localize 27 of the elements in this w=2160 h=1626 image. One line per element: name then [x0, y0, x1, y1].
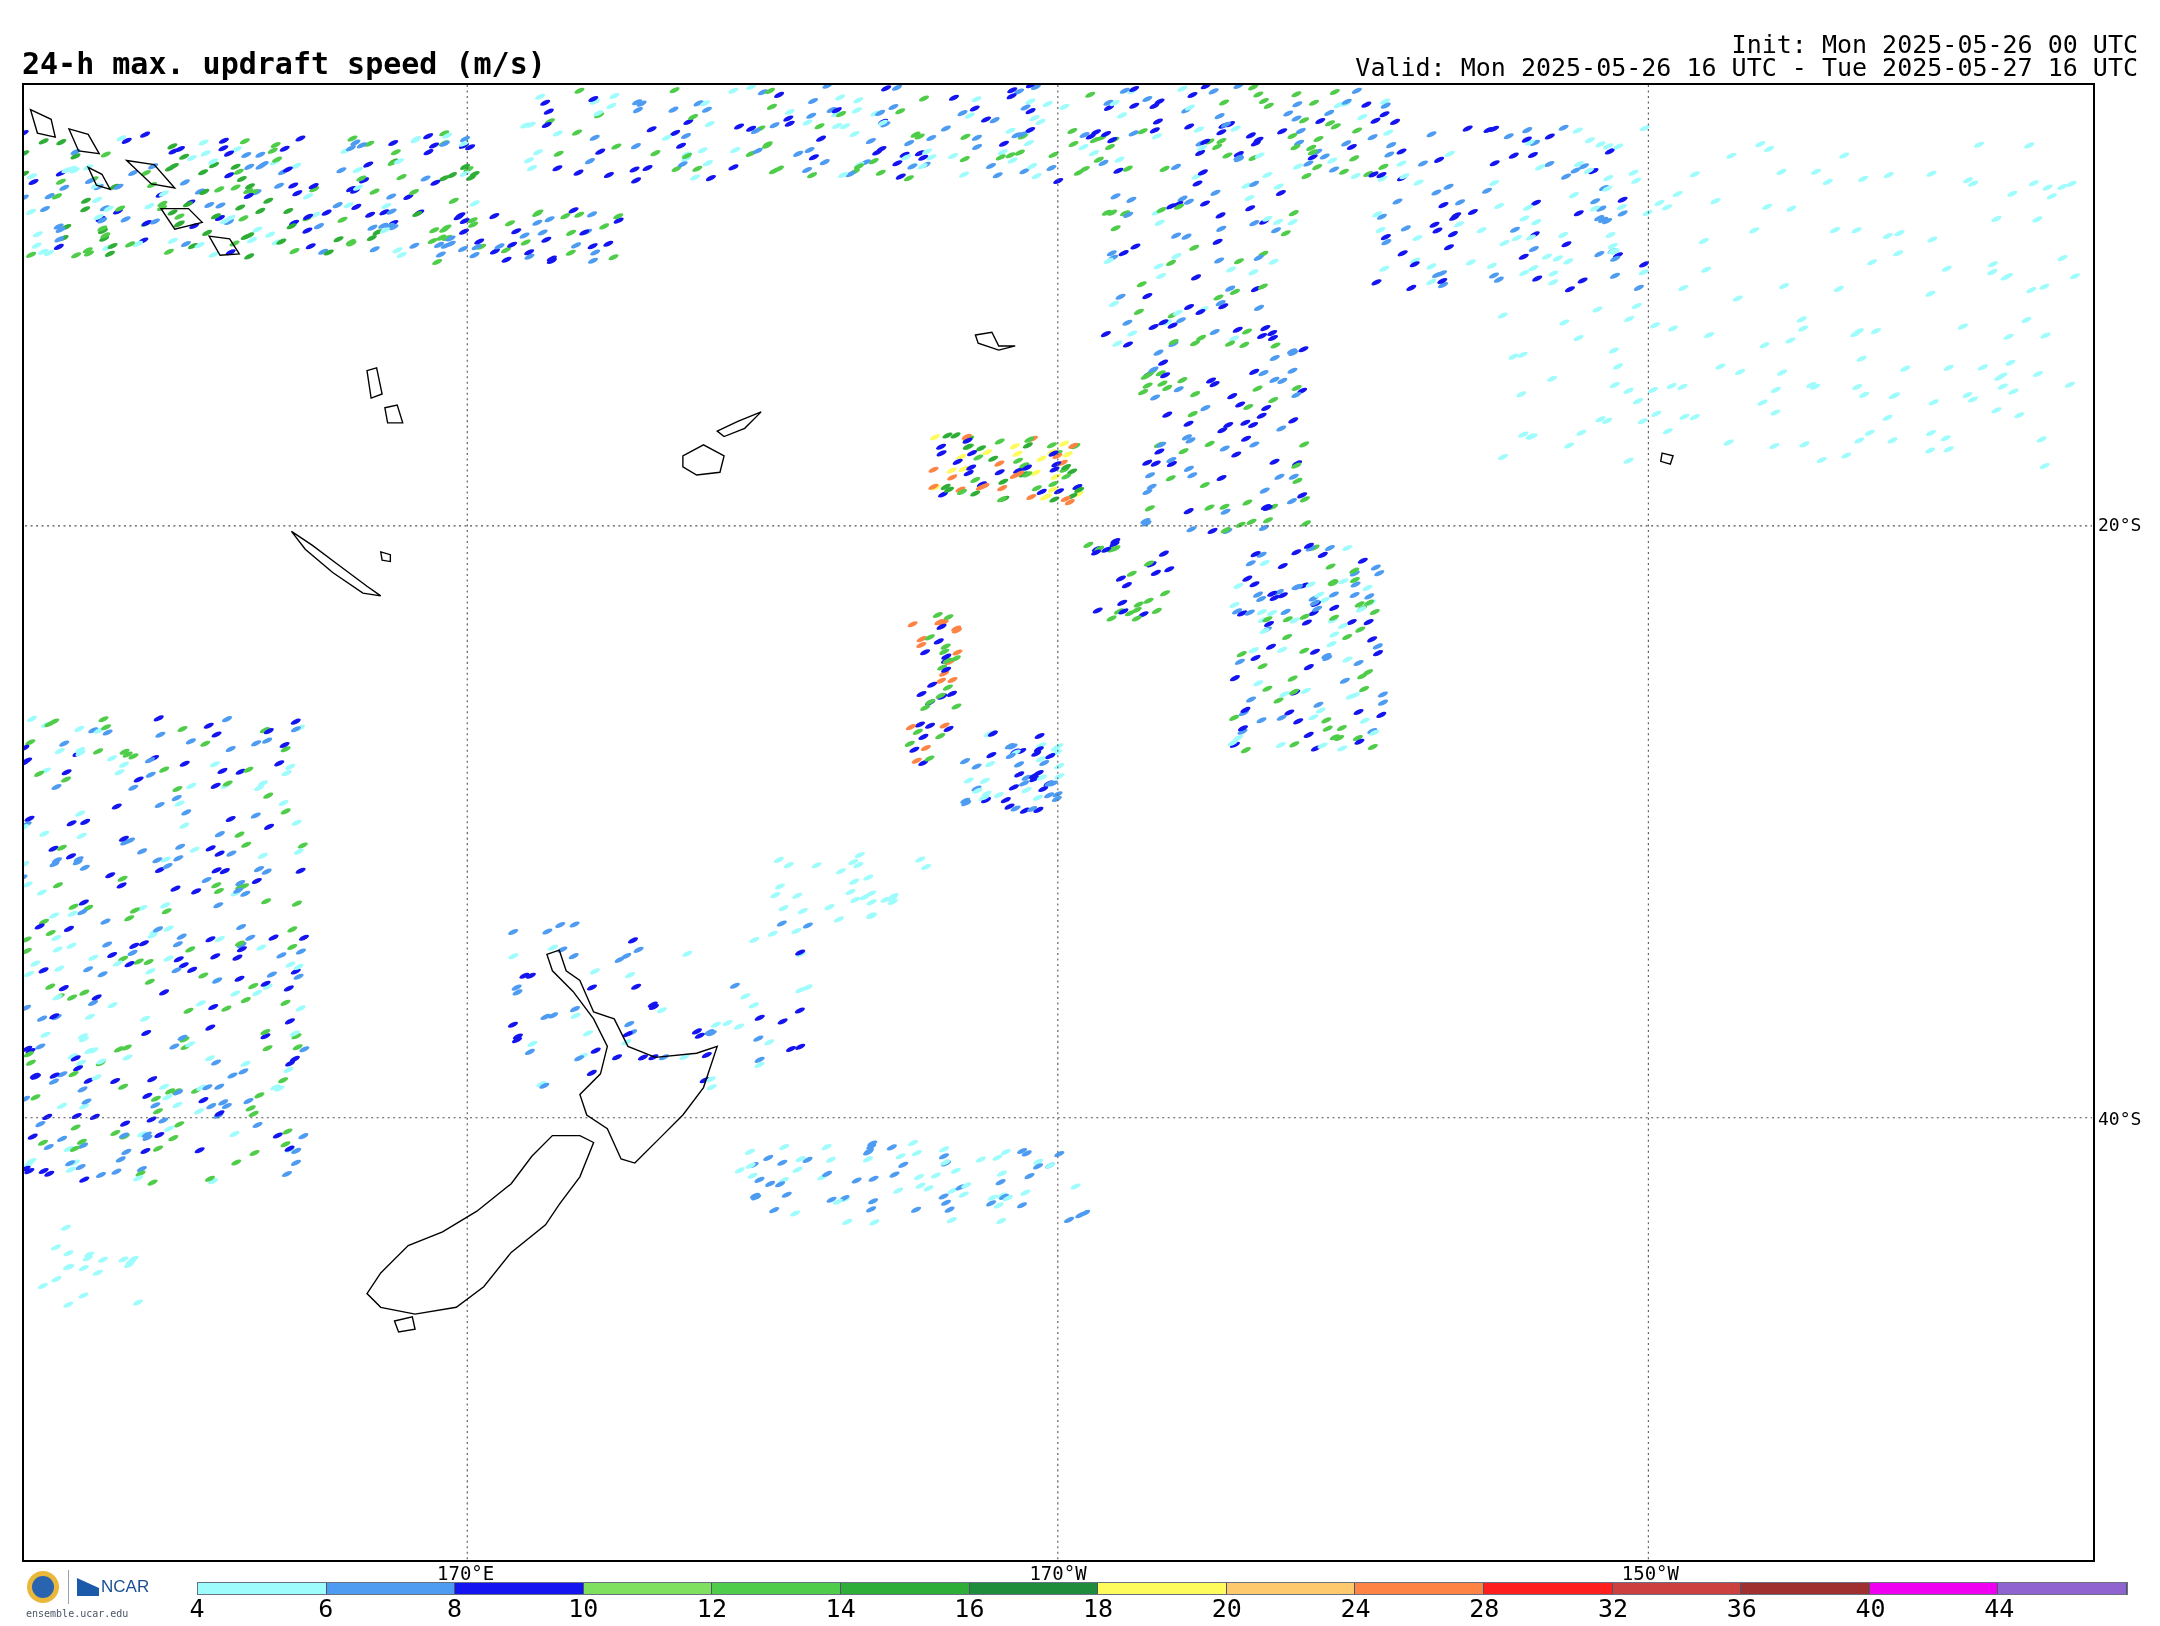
scale-tick-label: 36	[1726, 1596, 1757, 1621]
scale-tick-label: 44	[1984, 1596, 2015, 1621]
scale-tick-label: 18	[1083, 1596, 1114, 1621]
scale-tick-label: 10	[568, 1596, 599, 1621]
scale-tick-label: 24	[1340, 1596, 1371, 1621]
scale-tick-label: 32	[1598, 1596, 1629, 1621]
valid-time: Valid: Mon 2025-05-26 16 UTC - Tue 2025-05-27 16 UTC	[1355, 56, 2138, 79]
latitude-label: 40°S	[2098, 1109, 2142, 1128]
scale-tick-label: 16	[954, 1596, 985, 1621]
latitude-label: 20°S	[2098, 516, 2142, 535]
scale-tick-label: 28	[1469, 1596, 1500, 1621]
longitude-label: 170°W	[1029, 1564, 1087, 1583]
scale-tick-label: 20	[1211, 1596, 1242, 1621]
longitude-label: 170°E	[437, 1564, 495, 1583]
logo-text: NCAR	[101, 1576, 150, 1599]
init-time: Init: Mon 2025-05-26 00 UTC	[1731, 33, 2138, 56]
site-url: ensemble.ucar.edu	[26, 1607, 130, 1621]
chart-title: 24-h max. updraft speed (m/s)	[22, 49, 546, 79]
scale-tick-label: 12	[696, 1596, 727, 1621]
globe-logo-icon	[26, 1570, 60, 1604]
flag-logo-icon	[77, 1578, 99, 1596]
scale-tick-label: 40	[1855, 1596, 1886, 1621]
scale-tick-label: 4	[189, 1596, 205, 1621]
scale-tick-label: 8	[446, 1596, 462, 1621]
scale-tick-label: 6	[318, 1596, 334, 1621]
scale-tick-label: 14	[825, 1596, 856, 1621]
longitude-label: 150°W	[1621, 1564, 1679, 1583]
